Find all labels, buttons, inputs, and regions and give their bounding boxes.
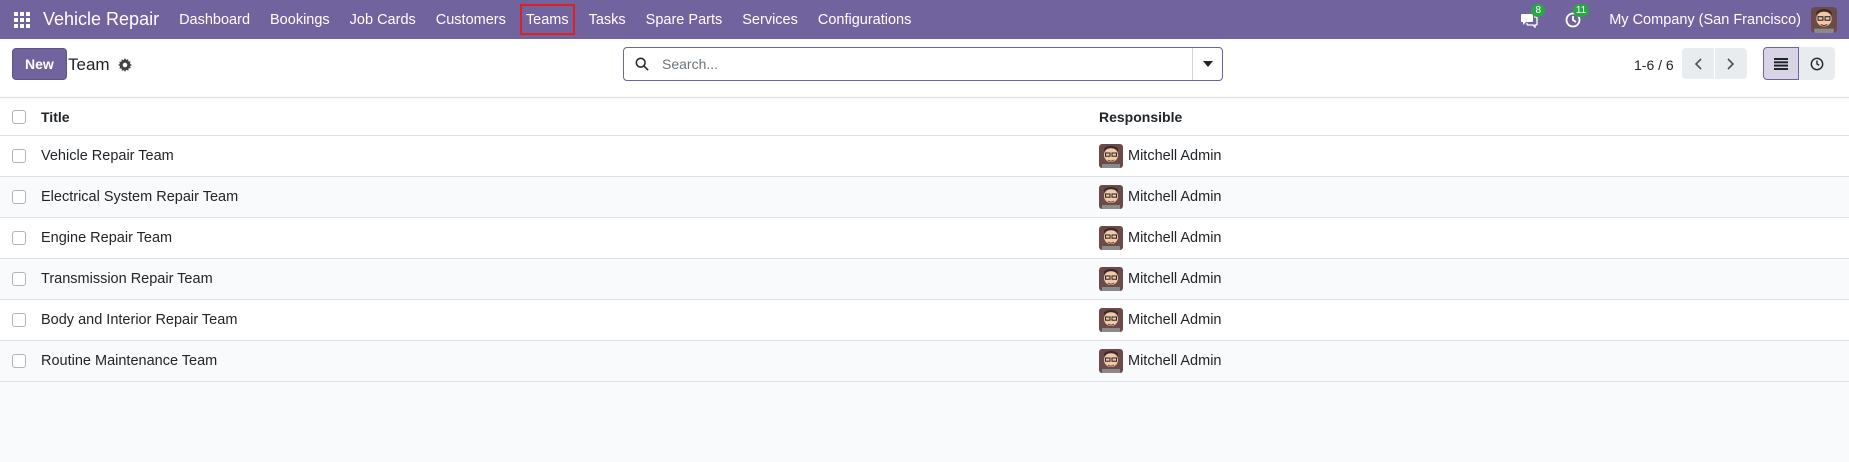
table-row[interactable]: Engine Repair Team Mitchell Admin xyxy=(0,218,1849,259)
responsible-name: Mitchell Admin xyxy=(1128,312,1222,328)
app-brand[interactable]: Vehicle Repair xyxy=(43,9,159,30)
company-switcher[interactable]: My Company (San Francisco) xyxy=(1609,12,1801,28)
row-responsible: Mitchell Admin xyxy=(1099,226,1221,250)
avatar-image xyxy=(1811,6,1837,33)
search-icon xyxy=(624,57,660,71)
avatar xyxy=(1099,349,1123,373)
caret-down-icon xyxy=(1202,61,1213,67)
row-checkbox[interactable] xyxy=(12,190,26,204)
menu-item-teams[interactable]: Teams xyxy=(516,0,579,39)
avatar xyxy=(1099,144,1123,168)
gear-icon[interactable] xyxy=(117,58,132,72)
row-title: Vehicle Repair Team xyxy=(41,148,174,164)
list-view-icon xyxy=(1774,57,1788,70)
pager-next-button[interactable] xyxy=(1715,48,1747,79)
row-checkbox[interactable] xyxy=(12,354,26,368)
row-title: Routine Maintenance Team xyxy=(41,353,218,369)
activities-badge: 11 xyxy=(1572,4,1590,17)
menu-item-tasks[interactable]: Tasks xyxy=(579,0,636,39)
pager-previous-button[interactable] xyxy=(1682,48,1714,79)
user-avatar[interactable] xyxy=(1811,6,1837,33)
row-responsible: Mitchell Admin xyxy=(1099,144,1221,168)
row-title: Engine Repair Team xyxy=(41,230,173,246)
activity-view-button[interactable] xyxy=(1799,47,1835,80)
responsible-name: Mitchell Admin xyxy=(1128,230,1222,246)
responsible-name: Mitchell Admin xyxy=(1128,148,1222,164)
row-responsible: Mitchell Admin xyxy=(1099,349,1221,373)
menu-item-job-cards[interactable]: Job Cards xyxy=(340,0,426,39)
list-view-button[interactable] xyxy=(1763,47,1799,80)
row-checkbox[interactable] xyxy=(12,272,26,286)
list-header: Title Responsible xyxy=(0,99,1849,136)
row-checkbox[interactable] xyxy=(12,149,26,163)
page-title: Team xyxy=(68,55,110,74)
menu-item-services[interactable]: Services xyxy=(732,0,808,39)
chevron-right-icon xyxy=(1727,57,1735,70)
avatar xyxy=(1099,226,1123,250)
table-row[interactable]: Electrical System Repair Team Mitchell A… xyxy=(0,177,1849,218)
menu-item-customers[interactable]: Customers xyxy=(426,0,516,39)
menu-item-bookings[interactable]: Bookings xyxy=(260,0,340,39)
messages-badge: 8 xyxy=(1531,4,1546,17)
avatar xyxy=(1099,267,1123,291)
search-options-toggle[interactable] xyxy=(1192,48,1222,80)
row-title: Body and Interior Repair Team xyxy=(41,312,238,328)
activity-view-icon xyxy=(1810,57,1824,70)
table-row[interactable]: Routine Maintenance Team Mitchell Admin xyxy=(0,341,1849,382)
pager-value[interactable]: 1-6 / 6 xyxy=(1634,57,1674,73)
table-row[interactable]: Body and Interior Repair Team Mitchell A… xyxy=(0,300,1849,341)
column-header-responsible[interactable]: Responsible xyxy=(1099,109,1182,125)
top-navbar: Vehicle Repair Dashboard Bookings Job Ca… xyxy=(0,0,1849,39)
breadcrumb: Team xyxy=(68,55,132,75)
activities-button[interactable]: 11 xyxy=(1551,0,1595,39)
row-responsible: Mitchell Admin xyxy=(1099,185,1221,209)
responsible-name: Mitchell Admin xyxy=(1128,189,1222,205)
avatar xyxy=(1099,185,1123,209)
avatar xyxy=(1099,308,1123,332)
responsible-name: Mitchell Admin xyxy=(1128,271,1222,287)
column-header-title[interactable]: Title xyxy=(41,109,70,125)
row-title: Electrical System Repair Team xyxy=(41,189,239,205)
row-responsible: Mitchell Admin xyxy=(1099,267,1221,291)
main-menu: Dashboard Bookings Job Cards Customers T… xyxy=(169,0,921,39)
systray: 8 11 My Company (San Francisco) xyxy=(1507,0,1849,39)
team-list: Title Responsible Vehicle Repair Team Mi… xyxy=(0,99,1849,382)
control-panel: New Team 1-6 / 6 xyxy=(0,39,1849,98)
apps-grid-icon[interactable] xyxy=(0,0,44,39)
row-responsible: Mitchell Admin xyxy=(1099,308,1221,332)
messages-button[interactable]: 8 xyxy=(1507,0,1551,39)
new-button[interactable]: New xyxy=(12,48,67,80)
menu-item-spare-parts[interactable]: Spare Parts xyxy=(636,0,733,39)
row-title: Transmission Repair Team xyxy=(41,271,213,287)
chevron-left-icon xyxy=(1694,57,1702,70)
menu-item-configurations[interactable]: Configurations xyxy=(808,0,922,39)
row-checkbox[interactable] xyxy=(12,231,26,245)
search-bar xyxy=(623,47,1223,81)
table-row[interactable]: Transmission Repair Team Mitchell Admin xyxy=(0,259,1849,300)
table-row[interactable]: Vehicle Repair Team Mitchell Admin xyxy=(0,136,1849,177)
row-checkbox[interactable] xyxy=(12,313,26,327)
responsible-name: Mitchell Admin xyxy=(1128,353,1222,369)
menu-item-dashboard[interactable]: Dashboard xyxy=(169,0,260,39)
search-input[interactable] xyxy=(660,48,1192,80)
select-all-checkbox[interactable] xyxy=(12,110,26,124)
